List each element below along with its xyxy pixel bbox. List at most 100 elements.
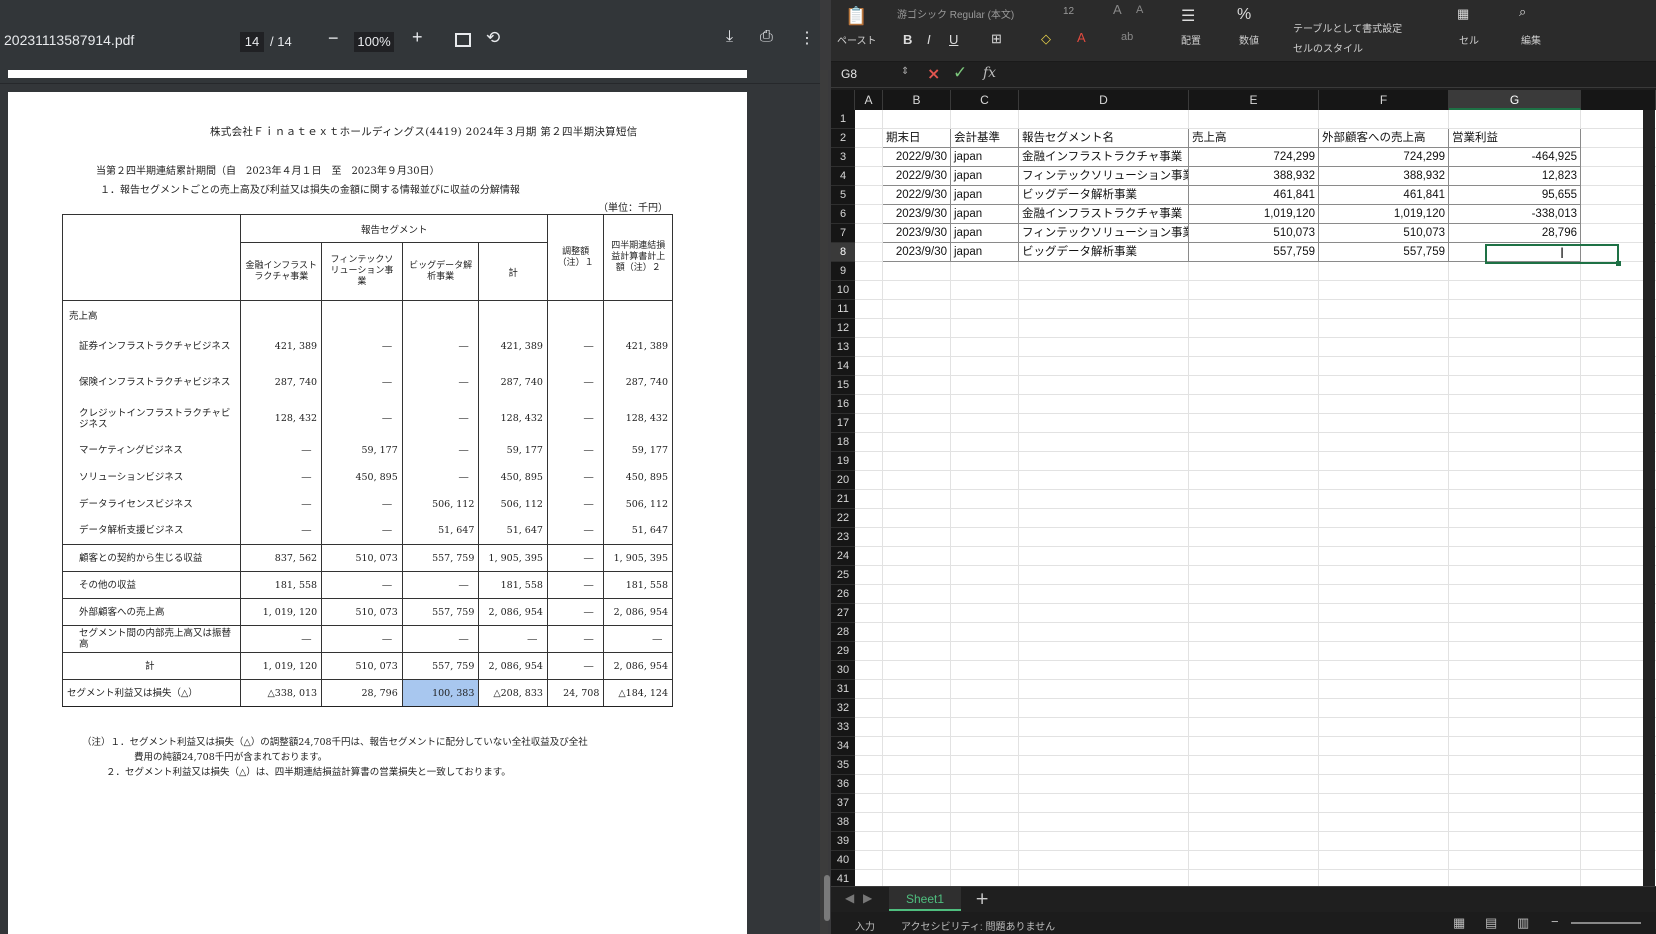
- row-header[interactable]: 30: [831, 661, 855, 680]
- sheet-cell[interactable]: [1449, 680, 1581, 699]
- sheet-cell[interactable]: [1189, 699, 1319, 718]
- sheet-cell[interactable]: [951, 851, 1019, 870]
- sheet-cell[interactable]: [1449, 490, 1581, 509]
- sheet-cell[interactable]: [1189, 775, 1319, 794]
- sheet-cell[interactable]: [1019, 585, 1189, 604]
- row-header[interactable]: 7: [831, 224, 855, 243]
- sheet-cell[interactable]: [855, 376, 883, 395]
- sheet-cell[interactable]: フィンテックソリューション事業: [1019, 224, 1189, 243]
- sheet-cell[interactable]: [1319, 604, 1449, 623]
- sheet-cell[interactable]: [951, 395, 1019, 414]
- sheet-cell[interactable]: [855, 357, 883, 376]
- sheet-cell[interactable]: [951, 509, 1019, 528]
- sheet-cell[interactable]: [1449, 471, 1581, 490]
- sheet-cell[interactable]: [1319, 433, 1449, 452]
- sheet-cell[interactable]: [1189, 509, 1319, 528]
- sheet-cell[interactable]: [855, 224, 883, 243]
- sheet-cell[interactable]: [855, 148, 883, 167]
- sheet-cell[interactable]: [951, 433, 1019, 452]
- sheet-cell[interactable]: [1019, 813, 1189, 832]
- sheet-cell[interactable]: [883, 395, 951, 414]
- sheet-cell[interactable]: [1449, 566, 1581, 585]
- accessibility-status[interactable]: アクセシビリティ: 問題ありません: [901, 918, 1055, 933]
- row-header[interactable]: 23: [831, 528, 855, 547]
- sheet-cell[interactable]: [1189, 718, 1319, 737]
- row-header[interactable]: 26: [831, 585, 855, 604]
- sheet-cell[interactable]: [855, 813, 883, 832]
- sheet-cell[interactable]: [951, 813, 1019, 832]
- sheet-cell[interactable]: [1449, 338, 1581, 357]
- sheet-cell[interactable]: [1319, 509, 1449, 528]
- sheet-cell[interactable]: [855, 737, 883, 756]
- sheet-cell[interactable]: [1189, 547, 1319, 566]
- sheet-cell[interactable]: 1,019,120: [1319, 205, 1449, 224]
- sheet-cell[interactable]: [855, 756, 883, 775]
- row-header[interactable]: 21: [831, 490, 855, 509]
- italic-button[interactable]: I: [927, 32, 931, 47]
- sheet-cell[interactable]: [1019, 338, 1189, 357]
- sheet-cell[interactable]: 2023/9/30: [883, 224, 951, 243]
- spreadsheet-grid[interactable]: ABCDEFG 1 2 3 4 5 6 7 8 9 10 11 12 13 14 15 16 17 18 19 20 2…: [831, 90, 1656, 886]
- sheet-cell[interactable]: [855, 262, 883, 281]
- sheet-cell[interactable]: 2023/9/30: [883, 205, 951, 224]
- sheet-cell[interactable]: [1189, 262, 1319, 281]
- vertical-scrollbar[interactable]: [1643, 110, 1655, 886]
- sheet-cell[interactable]: [1319, 281, 1449, 300]
- sheet-cell[interactable]: [855, 205, 883, 224]
- search-icon[interactable]: ⌕: [1519, 4, 1526, 20]
- pdf-scrollbar[interactable]: [820, 70, 828, 934]
- sheet-cell[interactable]: [855, 395, 883, 414]
- sheet-cell[interactable]: [855, 566, 883, 585]
- cells-icon[interactable]: ▦: [1457, 6, 1469, 22]
- sheet-cell[interactable]: [1449, 604, 1581, 623]
- sheet-cell[interactable]: [1189, 319, 1319, 338]
- fill-handle[interactable]: [1616, 261, 1621, 266]
- sheet-cell[interactable]: [855, 794, 883, 813]
- row-header[interactable]: 32: [831, 699, 855, 718]
- sheet-cell[interactable]: [1319, 300, 1449, 319]
- sheet-cell[interactable]: [855, 433, 883, 452]
- sheet-cell[interactable]: [1449, 300, 1581, 319]
- sheet-cell[interactable]: [855, 129, 883, 148]
- sheet-cell[interactable]: [951, 319, 1019, 338]
- sheet-cell[interactable]: [1189, 870, 1319, 886]
- sheet-cell[interactable]: [1189, 357, 1319, 376]
- format-as-table-button[interactable]: テーブルとして書式設定: [1293, 20, 1402, 35]
- sheet-cell[interactable]: [1449, 623, 1581, 642]
- sheet-cell[interactable]: 2022/9/30: [883, 148, 951, 167]
- sheet-cell[interactable]: 461,841: [1189, 186, 1319, 205]
- phonetic-icon[interactable]: ab: [1121, 31, 1133, 43]
- sheet-cell[interactable]: japan: [951, 148, 1019, 167]
- sheet-cell[interactable]: [1319, 471, 1449, 490]
- sheet-cell[interactable]: 1,019,120: [1189, 205, 1319, 224]
- zoom-slider[interactable]: [1571, 922, 1641, 924]
- sheet-cell[interactable]: [855, 851, 883, 870]
- zoom-level[interactable]: 100%: [354, 32, 394, 52]
- sheet-cell[interactable]: [855, 338, 883, 357]
- sheet-cell[interactable]: 営業利益: [1449, 129, 1581, 148]
- row-header[interactable]: 36: [831, 775, 855, 794]
- sheet-cell[interactable]: [1189, 794, 1319, 813]
- sheet-cell[interactable]: [1189, 452, 1319, 471]
- sheet-cell[interactable]: [883, 585, 951, 604]
- sheet-cell[interactable]: [855, 490, 883, 509]
- sheet-cell[interactable]: [1189, 414, 1319, 433]
- sheet-cell[interactable]: [855, 528, 883, 547]
- sheet-cell[interactable]: 557,759: [1189, 243, 1319, 262]
- sheet-cell[interactable]: [883, 623, 951, 642]
- prev-sheet-icon[interactable]: ◀: [845, 891, 854, 905]
- sheet-cell[interactable]: 期末日: [883, 129, 951, 148]
- sheet-cell[interactable]: [1449, 547, 1581, 566]
- row-header[interactable]: 19: [831, 452, 855, 471]
- row-header[interactable]: 16: [831, 395, 855, 414]
- sheet-cell[interactable]: [1019, 547, 1189, 566]
- sheet-cell[interactable]: [855, 604, 883, 623]
- page-layout-icon[interactable]: ▤: [1485, 915, 1497, 931]
- sheet-cell[interactable]: [1019, 680, 1189, 699]
- name-box[interactable]: G8: [841, 67, 857, 81]
- row-header[interactable]: 20: [831, 471, 855, 490]
- more-options-icon[interactable]: ⋮: [799, 28, 815, 48]
- sheet-cell[interactable]: [883, 433, 951, 452]
- sheet-cell[interactable]: 461,841: [1319, 186, 1449, 205]
- row-header[interactable]: 22: [831, 509, 855, 528]
